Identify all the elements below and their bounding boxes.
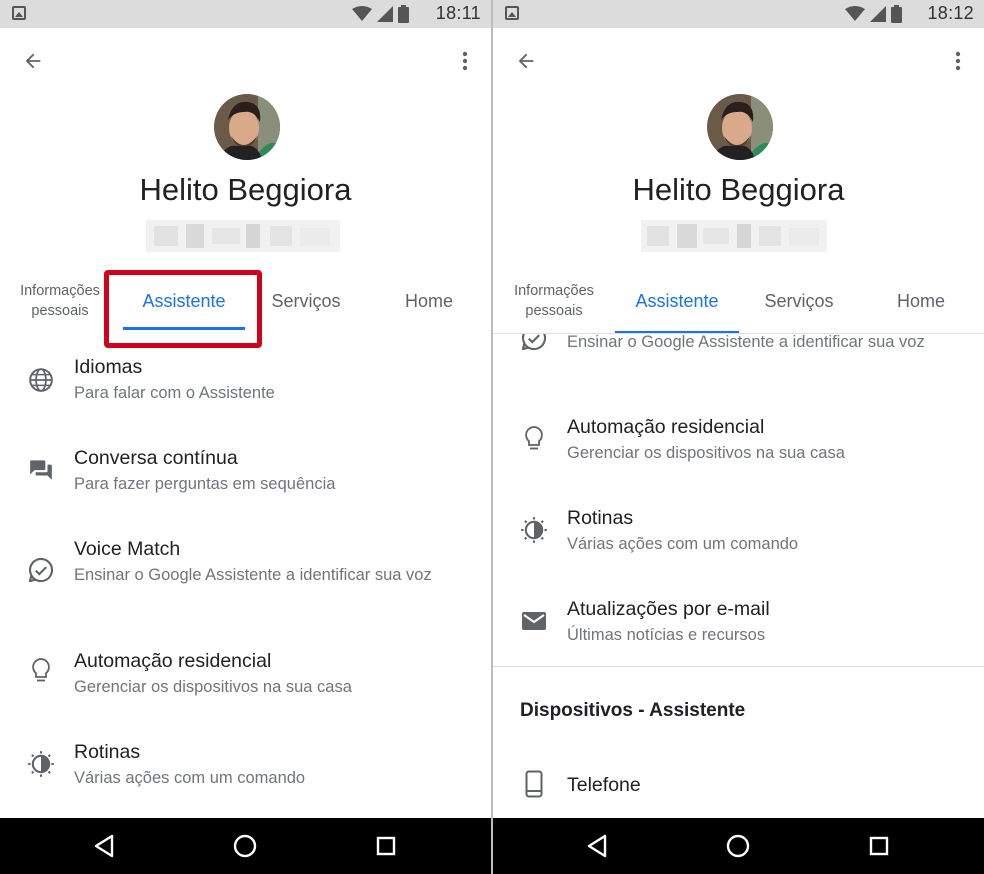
more-options-button[interactable] [453,46,477,76]
lightbulb-icon [27,657,55,685]
item-title: Automação residencial [74,650,272,672]
avatar [707,94,773,160]
back-arrow-icon [25,53,41,69]
nav-back-icon [94,834,114,858]
more-options-button[interactable] [946,46,970,76]
routines-icon [520,516,548,544]
item-subtitle: Ensinar o Google Assistente a identifica… [74,566,432,584]
nav-home-button[interactable] [231,832,259,860]
list-item-idiomas[interactable]: Idiomas Para falar com o Assistente [0,352,491,422]
status-bar: 18:12 [493,0,984,28]
app-bar [0,28,491,90]
item-subtitle: Gerenciar os dispositivos na sua casa [74,678,352,696]
nav-back-icon [587,834,607,858]
highlight-box [104,270,262,348]
tab-informacoes-pessoais[interactable]: Informações pessoais [8,268,112,334]
gallery-notification-icon [12,6,26,20]
item-title: Conversa contínua [74,447,238,469]
back-button[interactable] [511,46,541,76]
screen-left: 18:11 Helito Beggiora Informações pessoa… [0,0,491,874]
screen-right: 18:12 Helito Beggiora Informações pessoa… [493,0,984,874]
wifi-icon [845,6,865,21]
section-divider [493,666,984,667]
battery-icon [891,5,902,23]
lightbulb-icon [520,425,548,453]
back-button[interactable] [18,46,48,76]
item-title: Telefone [567,774,641,796]
tab-home[interactable]: Home [861,268,981,334]
list-item-voice-match-partial[interactable]: Ensinar o Google Assistente a identifica… [493,334,984,384]
nav-recents-icon [376,836,396,856]
status-time: 18:12 [927,3,974,23]
android-nav-bar [0,818,491,874]
list-item-atualizacoes-email[interactable]: Atualizações por e-mail Últimas notícias… [493,595,984,665]
phone-icon [520,770,548,798]
item-subtitle: Últimas notícias e recursos [567,626,766,644]
status-bar: 18:11 [0,0,491,28]
item-title: Rotinas [74,741,141,763]
gallery-notification-icon [505,6,519,20]
list-item-telefone[interactable]: Telefone [493,768,984,808]
list-item-automacao-residencial[interactable]: Automação residencial Gerenciar os dispo… [493,413,984,483]
list-item-conversa-continua[interactable]: Conversa contínua Para fazer perguntas e… [0,443,491,513]
item-subtitle: Para falar com o Assistente [74,384,275,402]
voice-match-icon [520,334,548,352]
list-item-voice-match[interactable]: Voice Match Ensinar o Google Assistente … [0,534,491,614]
tab-informacoes-pessoais[interactable]: Informações pessoais [501,268,607,334]
tab-servicos[interactable]: Serviços [250,268,362,334]
item-subtitle: Várias ações com um comando [567,535,799,553]
nav-recents-button[interactable] [865,832,893,860]
profile-name: Helito Beggiora [632,172,845,207]
item-title: Voice Match [74,538,181,560]
nav-recents-icon [869,836,889,856]
mail-icon [520,607,548,635]
nav-back-button[interactable] [90,832,118,860]
avatar-photo-icon [214,94,280,160]
item-subtitle: Para fazer perguntas em sequência [74,475,336,493]
more-vert-icon [462,51,468,71]
nav-home-button[interactable] [724,832,752,860]
list-item-rotinas[interactable]: Rotinas Várias ações com um comando [0,738,491,808]
item-subtitle: Gerenciar os dispositivos na sua casa [567,444,845,462]
list-item-automacao-residencial[interactable]: Automação residencial Gerenciar os dispo… [0,647,491,717]
item-title: Atualizações por e-mail [567,598,770,620]
section-title: Dispositivos - Assistente [520,700,746,721]
item-subtitle: Várias ações com um comando [74,769,306,787]
nav-recents-button[interactable] [372,832,400,860]
nav-back-button[interactable] [583,832,611,860]
item-title: Idiomas [74,356,143,378]
voice-match-icon [27,556,55,584]
tab-home[interactable]: Home [370,268,488,334]
globe-icon [27,366,55,394]
status-time: 18:11 [435,3,481,23]
signal-icon [377,6,393,22]
nav-home-icon [233,834,257,858]
avatar-photo-icon [707,94,773,160]
chat-icon [27,455,55,483]
item-title: Automação residencial [567,416,765,438]
tab-assistente[interactable]: Assistente [613,268,741,334]
routines-icon [27,750,55,778]
app-bar [493,28,984,90]
signal-icon [870,6,886,22]
email-redacted [146,220,340,252]
more-vert-icon [955,51,961,71]
tab-bar: Informações pessoais Assistente Serviços… [493,268,984,334]
wifi-icon [352,6,372,21]
nav-home-icon [726,834,750,858]
item-title: Rotinas [567,507,634,529]
android-nav-bar [493,818,984,874]
back-arrow-icon [518,53,534,69]
tab-servicos[interactable]: Serviços [743,268,855,334]
email-redacted [641,220,827,252]
avatar [214,94,280,160]
profile-name: Helito Beggiora [139,172,352,207]
battery-icon [398,5,409,23]
item-subtitle: Ensinar o Google Assistente a identifica… [567,334,925,351]
list-item-rotinas[interactable]: Rotinas Várias ações com um comando [493,504,984,574]
